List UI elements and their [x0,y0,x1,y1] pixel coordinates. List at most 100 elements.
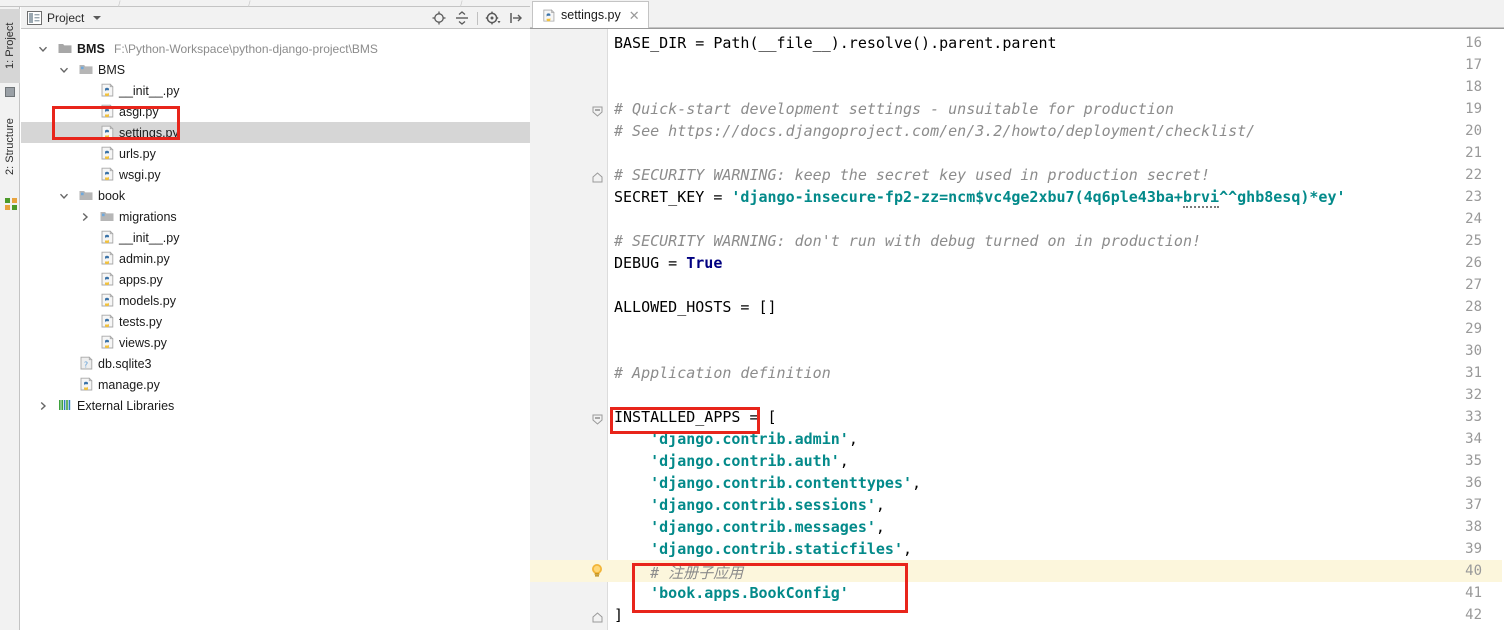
tree-item-bms[interactable]: BMS [21,59,530,80]
code-token: 'django.contrib.contenttypes' [650,474,913,492]
code-folding-column[interactable] [588,29,608,630]
line-number: 22 [1465,167,1482,183]
code-line: 'django.contrib.admin', [614,430,858,448]
libraries-icon [57,397,73,413]
intention-bulb-icon[interactable] [590,563,604,578]
editor-tab-settings-py[interactable]: settings.py ✕ [532,1,649,28]
tree-item-urls-py[interactable]: urls.py [21,143,530,164]
line-number: 29 [1465,321,1482,337]
tree-item-path: F:\Python-Workspace\python-django-projec… [114,41,378,56]
tree-item--init-py[interactable]: __init__.py [21,80,530,101]
python-file-icon [541,8,556,23]
code-token: # 注册子应用 [614,564,744,582]
code-token: True [686,254,723,272]
tree-item-views-py[interactable]: views.py [21,332,530,353]
module-folder-icon [78,187,94,203]
tree-item-admin-py[interactable]: admin.py [21,248,530,269]
python-file-icon [99,145,115,161]
tree-item-db-sqlite3[interactable]: ? db.sqlite3 [21,353,530,374]
chevron-right-icon[interactable] [38,401,48,411]
module-folder-icon [78,61,94,77]
tree-item-tests-py[interactable]: tests.py [21,311,530,332]
fold-end-icon[interactable] [592,169,603,183]
line-number: 28 [1465,299,1482,315]
code-token: # Quick-start development settings - uns… [614,100,1174,118]
chevron-down-icon[interactable] [38,44,48,54]
tree-item-manage-py[interactable]: manage.py [21,374,530,395]
hide-panel-icon[interactable] [508,10,524,26]
tree-item-external-libraries[interactable]: External Libraries [21,395,530,416]
folder-icon [57,40,73,56]
tree-item-models-py[interactable]: models.py [21,290,530,311]
code-token: brvi [1182,188,1220,208]
tree-item-label: views.py [119,335,167,350]
close-icon[interactable]: ✕ [629,9,640,22]
tree-item-asgi-py[interactable]: asgi.py [21,101,530,122]
python-file-icon [78,376,94,392]
chevron-down-icon[interactable] [93,16,101,20]
tree-item-settings-py[interactable]: settings.py [21,122,530,143]
fold-expanded-icon[interactable] [592,411,603,425]
line-number: 27 [1465,277,1482,293]
line-number: 16 [1465,35,1482,51]
python-file-icon [99,292,115,308]
tree-item-wsgi-py[interactable]: wsgi.py [21,164,530,185]
tree-item-label: apps.py [119,272,163,287]
tree-item-migrations[interactable]: migrations [21,206,530,227]
locate-target-icon[interactable] [431,10,447,26]
unknown-file-icon: ? [78,355,94,371]
project-panel-toolbar [431,10,524,26]
line-number: 31 [1465,365,1482,381]
tree-item-apps-py[interactable]: apps.py [21,269,530,290]
line-number: 41 [1465,585,1482,601]
code-token: # SECURITY WARNING: don't run with debug… [614,232,1201,250]
code-token: ^^ghb8esq)*ey' [1219,188,1346,206]
tree-item-label: BMS [77,41,105,56]
code-line: BASE_DIR = Path(__file__).resolve().pare… [614,34,1057,52]
code-token: BASE_DIR = Path(__file__).resolve().pare… [614,34,1057,52]
line-number: 42 [1465,607,1482,623]
python-file-icon [99,166,115,182]
line-number: 30 [1465,343,1482,359]
chevron-right-icon[interactable] [80,212,90,222]
code-line: 'django.contrib.auth', [614,452,849,470]
code-token: SECRET_KEY = [614,188,732,206]
tool-window-strip: 1: Project 2: Structure [0,7,20,630]
tree-item-label: tests.py [119,314,163,329]
tree-item-bms[interactable]: BMS F:\Python-Workspace\python-django-pro… [21,38,530,59]
tree-item-label: manage.py [98,377,160,392]
line-number: 33 [1465,409,1482,425]
python-file-icon [99,103,115,119]
code-token: DEBUG = [614,254,687,272]
code-line: # See https://docs.djangoproject.com/en/… [614,122,1255,140]
editor-tab-label: settings.py [561,8,621,22]
settings-gear-icon[interactable] [485,10,501,26]
python-file-icon [99,334,115,350]
tree-item-label: wsgi.py [119,167,161,182]
collapse-all-icon[interactable] [454,10,470,26]
chevron-down-icon[interactable] [59,191,69,201]
project-tree[interactable]: BMS F:\Python-Workspace\python-django-pro… [21,30,530,630]
tree-item-label: book [98,188,126,203]
line-number: 21 [1465,145,1482,161]
tree-item-book[interactable]: book [21,185,530,206]
chevron-down-icon[interactable] [59,65,69,75]
line-number: 23 [1465,189,1482,205]
sidebar-tab-project[interactable]: 1: Project [0,9,20,83]
code-token: 'django.contrib.admin' [650,430,849,448]
fold-end-icon[interactable] [592,609,603,623]
code-line: # 注册子应用 [614,562,743,583]
code-line: 'django.contrib.staticfiles', [614,540,912,558]
code-editor[interactable]: 16 BASE_DIR = Path(__file__).resolve().pa… [530,29,1504,630]
fold-expanded-icon[interactable] [592,103,603,117]
tree-item--init-py[interactable]: __init__.py [21,227,530,248]
line-number: 34 [1465,431,1482,447]
sidebar-tab-structure[interactable]: 2: Structure [0,103,20,191]
tree-item-label: __init__.py [119,83,180,98]
code-token: # SECURITY WARNING: keep the secret key … [614,166,1211,184]
code-token: , [875,518,885,536]
code-token: , [848,430,858,448]
code-token: , [903,540,913,558]
